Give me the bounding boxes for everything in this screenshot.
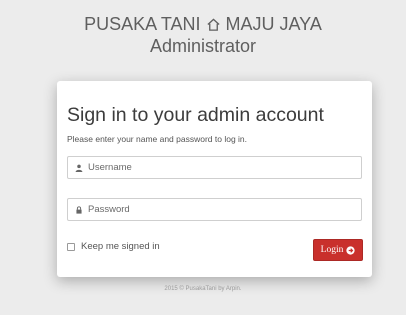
brand-title: PUSAKA TANI MAJU JAYA: [0, 13, 406, 35]
remember-label[interactable]: Keep me signed in: [81, 241, 160, 252]
remember-checkbox[interactable]: [67, 242, 75, 251]
login-label: Login: [320, 245, 344, 255]
login-panel: Sign in to your admin account Please ent…: [57, 81, 372, 277]
home-icon: [206, 17, 221, 32]
login-title: Sign in to your admin account: [67, 104, 324, 126]
username-field[interactable]: Username: [67, 156, 362, 179]
remember-me[interactable]: Keep me signed in: [67, 241, 160, 252]
footer-copyright: 2015 © PusakaTani by Arpin.: [164, 286, 242, 292]
header-subtitle: Administrator: [149, 36, 257, 56]
brand-name-right: MAJU JAYA: [225, 14, 322, 34]
password-placeholder: Password: [88, 204, 130, 215]
site-header: PUSAKA TANI MAJU JAYA Administrator: [0, 13, 406, 57]
user-icon: [75, 164, 83, 172]
lock-icon: [75, 205, 83, 214]
password-field[interactable]: Password: [67, 198, 362, 221]
brand-name-left: PUSAKA TANI: [84, 14, 201, 34]
login-button[interactable]: Login: [313, 239, 363, 261]
login-subtitle: Please enter your name and password to l…: [67, 134, 248, 144]
arrow-circle-right-icon: [346, 245, 355, 255]
username-placeholder: Username: [88, 162, 132, 173]
